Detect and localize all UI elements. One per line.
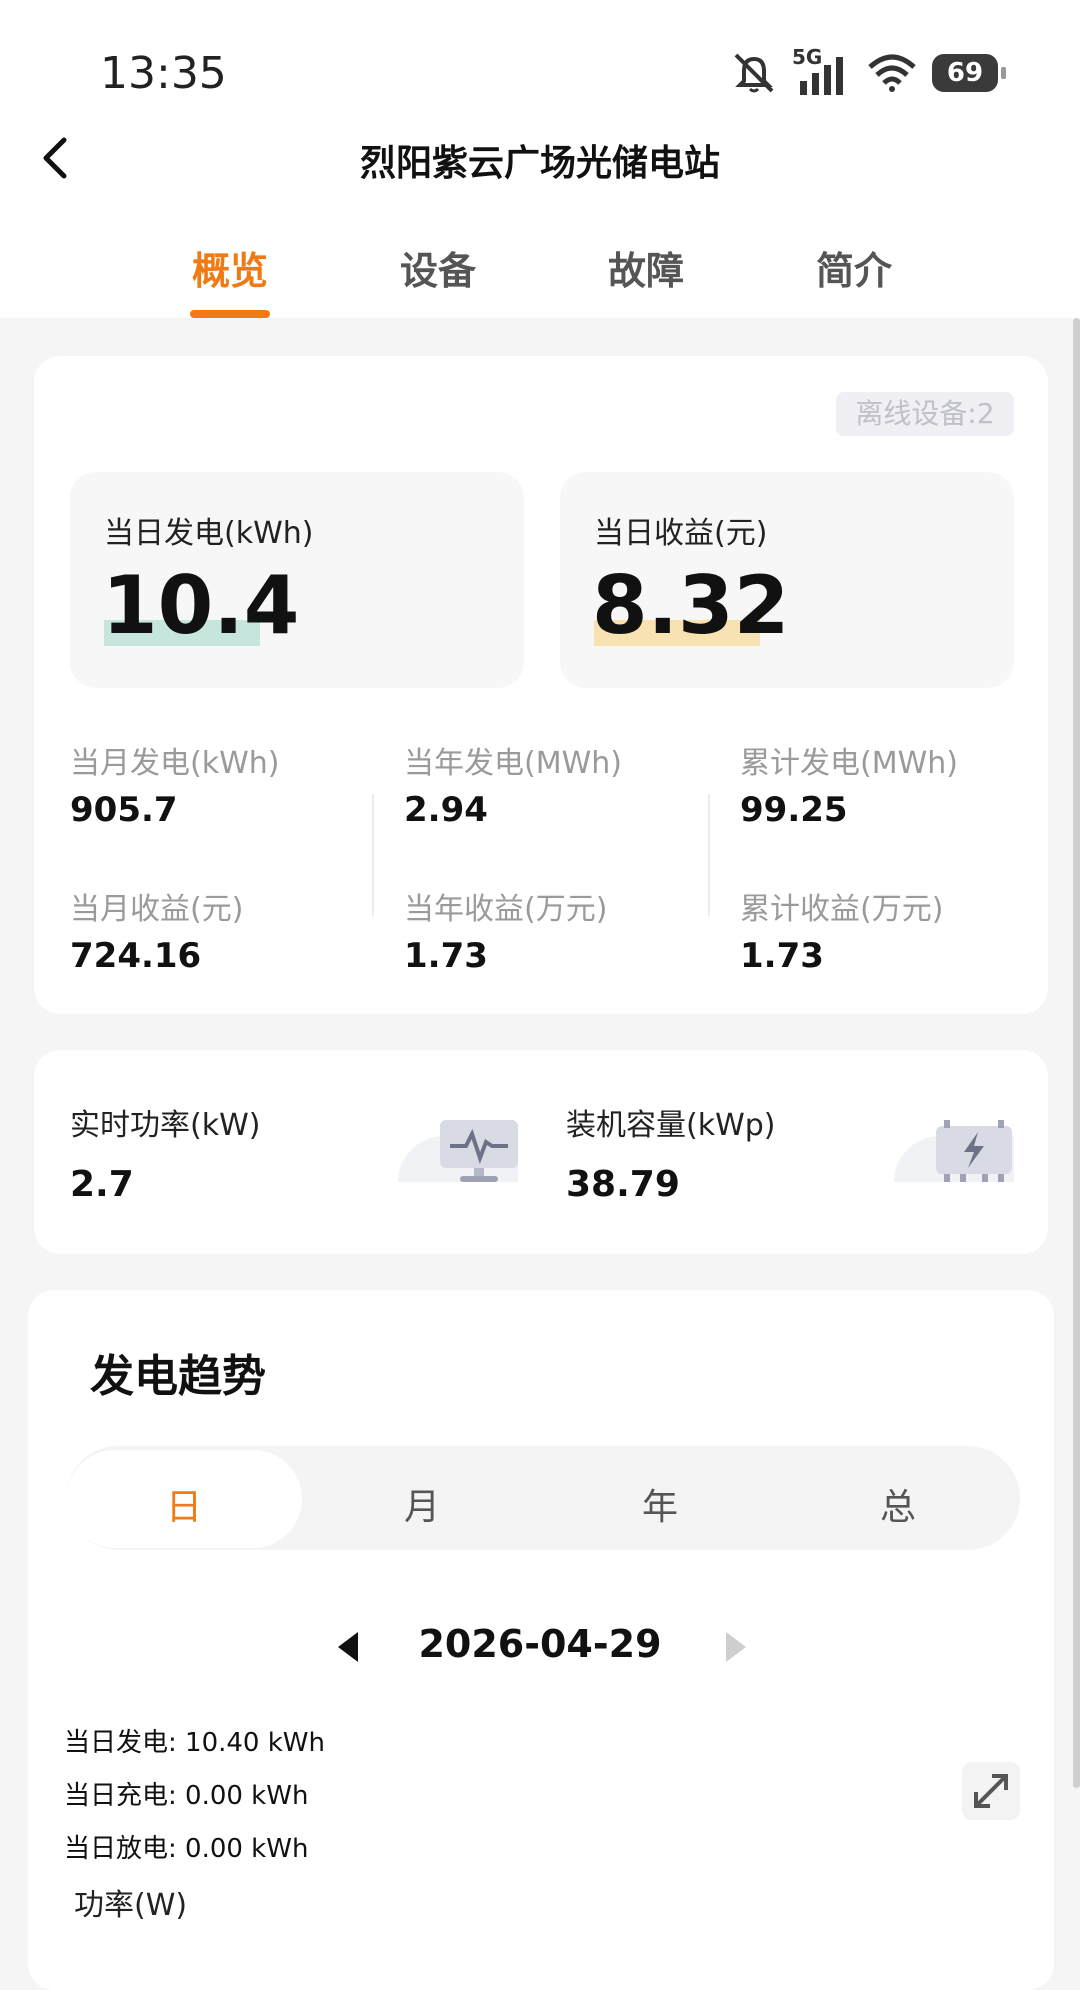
total-generation-label: 累计发电(MWh) [740, 746, 958, 781]
network-type: 5G [792, 45, 823, 69]
daily-income-value: 8.32 [592, 559, 790, 652]
signal-icon: 5G [792, 45, 852, 95]
monitor-icon [440, 1120, 518, 1182]
tab-overview[interactable]: 概览 [170, 240, 290, 295]
daily-generation-label: 当日发电(kWh) [104, 516, 314, 551]
period-day[interactable]: 日 [124, 1478, 244, 1530]
tab-active-indicator [190, 310, 270, 318]
realtime-power-value: 2.7 [70, 1164, 134, 1205]
daily-charge-summary: 当日充电: 0.00 kWh [64, 1781, 309, 1811]
capacity-label: 装机容量(kWp) [566, 1108, 776, 1143]
year-income-label: 当年收益(万元) [404, 892, 608, 927]
year-generation-label: 当年发电(MWh) [404, 746, 622, 781]
period-year[interactable]: 年 [600, 1478, 720, 1530]
total-income-value: 1.73 [740, 936, 824, 976]
stat-divider [708, 794, 710, 916]
offline-devices-badge[interactable]: 离线设备:2 [836, 392, 1014, 436]
page-title: 烈阳紫云广场光储电站 [359, 143, 720, 184]
scrollbar[interactable] [1073, 318, 1080, 1788]
next-date-arrow-icon[interactable] [726, 1632, 746, 1662]
daily-discharge-summary: 当日放电: 0.00 kWh [64, 1834, 309, 1864]
total-income-label: 累计收益(万元) [740, 892, 944, 927]
mute-icon [734, 53, 774, 93]
period-month[interactable]: 月 [362, 1478, 482, 1530]
daily-income-label: 当日收益(元) [594, 516, 768, 551]
month-generation-value: 905.7 [70, 790, 178, 830]
selected-date[interactable]: 2026-04-29 [0, 1622, 1080, 1666]
daily-generation-value: 10.4 [102, 559, 300, 652]
realtime-power-label: 实时功率(kW) [70, 1108, 261, 1143]
section-title: 发电趋势 [90, 1351, 266, 1402]
tab-devices[interactable]: 设备 [378, 240, 498, 295]
status-icons: 5G 69 [730, 45, 1006, 98]
tab-intro[interactable]: 简介 [794, 240, 914, 295]
wifi-icon [868, 54, 916, 92]
month-income-label: 当月收益(元) [70, 892, 244, 927]
status-time: 13:35 [100, 48, 227, 99]
stat-divider [372, 794, 374, 916]
capacity-value: 38.79 [566, 1164, 680, 1205]
total-generation-value: 99.25 [740, 790, 848, 830]
tab-faults[interactable]: 故障 [586, 240, 706, 295]
battery-level: 69 [946, 58, 984, 88]
year-generation-value: 2.94 [404, 790, 488, 830]
power-card [34, 1050, 1048, 1254]
chart-y-axis-label: 功率(W) [74, 1888, 188, 1923]
month-generation-label: 当月发电(kWh) [70, 746, 280, 781]
period-total[interactable]: 总 [838, 1478, 958, 1530]
solar-panel-icon [936, 1120, 1012, 1182]
daily-generation-summary: 当日发电: 10.40 kWh [64, 1728, 325, 1758]
month-income-value: 724.16 [70, 936, 202, 976]
year-income-value: 1.73 [404, 936, 488, 976]
battery-icon: 69 [932, 54, 1006, 92]
expand-icon[interactable] [962, 1762, 1020, 1820]
